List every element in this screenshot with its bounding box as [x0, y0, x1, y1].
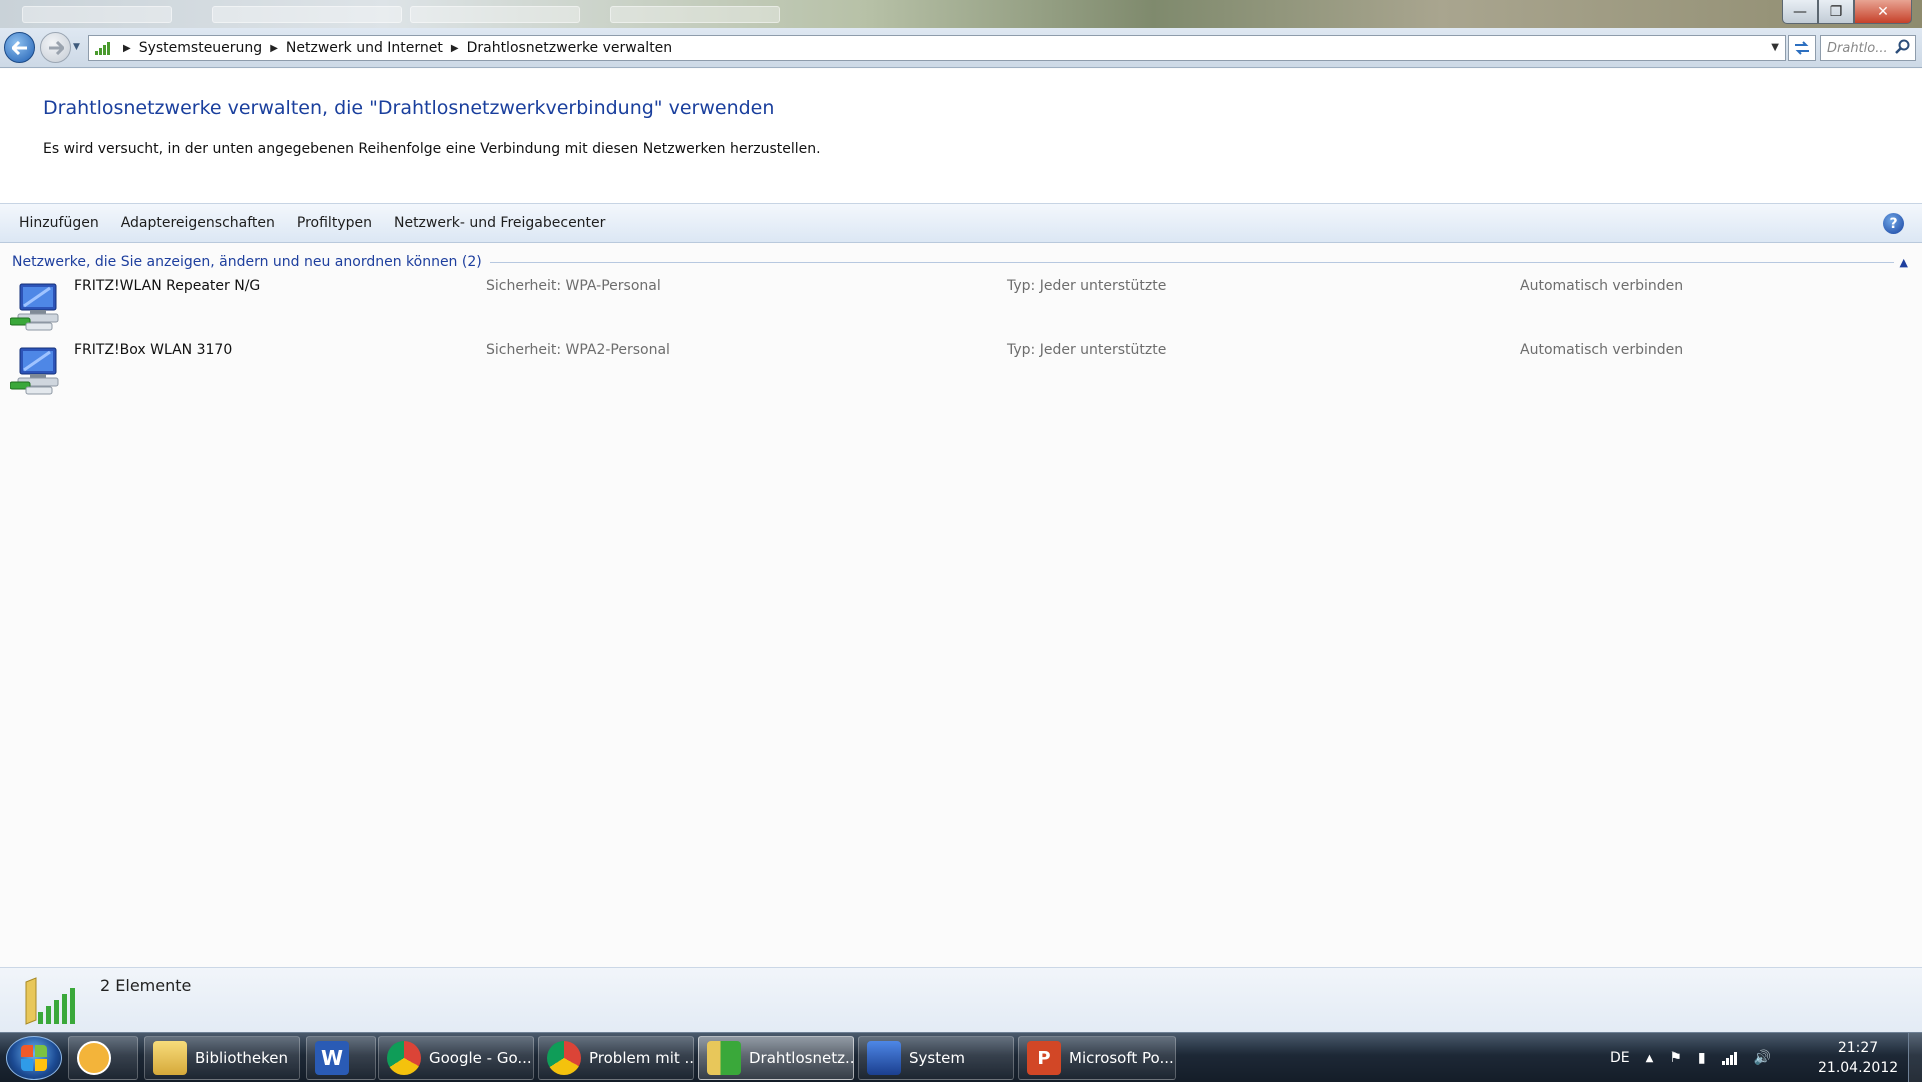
action-center-flag-icon[interactable]: ⚑ — [1669, 1050, 1682, 1066]
network-list: Netzwerke, die Sie anzeigen, ändern und … — [0, 244, 1922, 967]
network-name: FRITZ!WLAN Repeater N/G — [74, 278, 261, 294]
language-indicator[interactable]: DE — [1610, 1050, 1630, 1066]
taskbar-item-chrome-google[interactable]: Google - Go... — [378, 1036, 534, 1080]
show-desktop-button[interactable] — [1908, 1033, 1922, 1082]
background-tab — [610, 6, 780, 23]
breadcrumb-netzwerk-und-internet[interactable]: Netzwerk und Internet — [286, 40, 443, 56]
breadcrumb-separator[interactable]: ▶ — [451, 43, 459, 54]
folder-icon — [153, 1041, 187, 1075]
profile-types-button[interactable]: Profiltypen — [286, 209, 383, 237]
system-tray: DE ▲ ⚑ ▮ 🔊 — [1610, 1033, 1787, 1082]
clock-date: 21.04.2012 — [1818, 1060, 1899, 1076]
maximize-button[interactable]: ❐ — [1818, 0, 1854, 24]
window-titlebar: — ❐ ✕ — [0, 0, 1922, 28]
taskbar-item-powerpoint[interactable]: P Microsoft Po... — [1018, 1036, 1176, 1080]
network-security: Sicherheit: WPA-Personal — [486, 278, 661, 294]
search-icon[interactable] — [1895, 39, 1911, 55]
page-title: Drahtlosnetzwerke verwalten, die "Drahtl… — [43, 97, 775, 119]
arrow-right-icon — [48, 40, 64, 55]
wireless-signal-icon[interactable] — [1721, 1051, 1738, 1065]
help-icon[interactable]: ? — [1883, 213, 1904, 234]
outlook-icon — [77, 1041, 111, 1075]
wireless-network-icon — [10, 283, 59, 331]
minimize-button[interactable]: — — [1782, 0, 1818, 24]
arrow-left-icon — [11, 40, 27, 55]
start-button[interactable] — [6, 1036, 62, 1080]
taskbar-item-word[interactable]: W — [306, 1036, 376, 1080]
taskbar-item-outlook[interactable] — [68, 1036, 138, 1080]
chrome-icon — [547, 1041, 581, 1075]
taskbar-item-chrome-problem[interactable]: Problem mit ... — [538, 1036, 694, 1080]
breadcrumb-systemsteuerung[interactable]: Systemsteuerung — [139, 40, 262, 56]
taskbar-item-system[interactable]: System — [858, 1036, 1014, 1080]
taskbar-item-drahtlosnetzwerke[interactable]: Drahtlosnetz... — [698, 1036, 854, 1080]
page-header: Drahtlosnetzwerke verwalten, die "Drahtl… — [0, 69, 1922, 203]
item-count: 2 Elemente — [100, 976, 192, 995]
system-icon — [867, 1041, 901, 1075]
background-tab — [212, 6, 402, 23]
network-type: Typ: Jeder unterstützte — [1007, 278, 1167, 294]
taskbar: Bibliotheken W Google - Go... Problem mi… — [0, 1032, 1922, 1082]
forward-button[interactable] — [40, 32, 71, 63]
recent-pages-dropdown[interactable]: ▼ — [73, 42, 80, 52]
network-row[interactable]: FRITZ!Box WLAN 3170 Sicherheit: WPA2-Per… — [0, 342, 1922, 402]
search-input[interactable]: Drahtlo... — [1820, 35, 1916, 61]
adapter-properties-button[interactable]: Adaptereigenschaften — [110, 209, 286, 237]
search-placeholder: Drahtlo... — [1827, 40, 1888, 56]
show-hidden-icons-icon[interactable]: ▲ — [1646, 1053, 1654, 1064]
wireless-folder-icon — [707, 1041, 741, 1075]
details-pane: 2 Elemente — [0, 967, 1922, 1032]
network-sharing-center-button[interactable]: Netzwerk- und Freigabecenter — [383, 209, 616, 237]
clock-time: 21:27 — [1837, 1040, 1879, 1056]
breadcrumb-separator[interactable]: ▶ — [123, 43, 131, 54]
refresh-icon — [1795, 41, 1809, 55]
background-tab — [22, 6, 172, 23]
power-icon[interactable]: ▮ — [1698, 1050, 1706, 1066]
breadcrumb-drahtlosnetzwerke[interactable]: Drahtlosnetzwerke verwalten — [467, 40, 673, 56]
group-title: Netzwerke, die Sie anzeigen, ändern und … — [12, 254, 482, 270]
powerpoint-icon: P — [1027, 1041, 1061, 1075]
network-row[interactable]: FRITZ!WLAN Repeater N/G Sicherheit: WPA-… — [0, 278, 1922, 338]
address-bar[interactable]: ▶ Systemsteuerung ▶ Netzwerk und Interne… — [88, 35, 1786, 61]
wireless-folder-icon — [25, 977, 75, 1025]
breadcrumb-separator[interactable]: ▶ — [270, 43, 278, 54]
word-icon: W — [315, 1041, 349, 1075]
taskbar-item-bibliotheken[interactable]: Bibliotheken — [144, 1036, 300, 1080]
command-bar: Hinzufügen Adaptereigenschaften Profilty… — [0, 203, 1922, 243]
address-dropdown-icon[interactable]: ▼ — [1771, 42, 1779, 53]
back-button[interactable] — [4, 32, 35, 63]
network-security: Sicherheit: WPA2-Personal — [486, 342, 670, 358]
add-button[interactable]: Hinzufügen — [8, 209, 110, 237]
windows-logo-icon — [21, 1045, 33, 1057]
wireless-network-icon — [89, 37, 115, 59]
background-tab — [410, 6, 580, 23]
group-divider — [489, 261, 1894, 263]
volume-icon[interactable]: 🔊 — [1754, 1050, 1771, 1066]
refresh-button[interactable] — [1788, 35, 1816, 61]
network-connect-mode: Automatisch verbinden — [1520, 342, 1684, 358]
chevron-up-icon[interactable]: ▲ — [1900, 256, 1908, 269]
page-description: Es wird versucht, in der unten angegeben… — [43, 141, 821, 157]
network-type: Typ: Jeder unterstützte — [1007, 342, 1167, 358]
chrome-icon — [387, 1041, 421, 1075]
clock[interactable]: 21:27 21.04.2012 — [1818, 1038, 1898, 1078]
navigation-bar: ▼ ▶ Systemsteuerung ▶ Netzwerk und Inter… — [0, 28, 1922, 68]
network-name: FRITZ!Box WLAN 3170 — [74, 342, 233, 358]
group-header[interactable]: Netzwerke, die Sie anzeigen, ändern und … — [12, 252, 1908, 272]
wireless-network-icon — [10, 347, 59, 395]
close-button[interactable]: ✕ — [1854, 0, 1912, 24]
network-connect-mode: Automatisch verbinden — [1520, 278, 1684, 294]
